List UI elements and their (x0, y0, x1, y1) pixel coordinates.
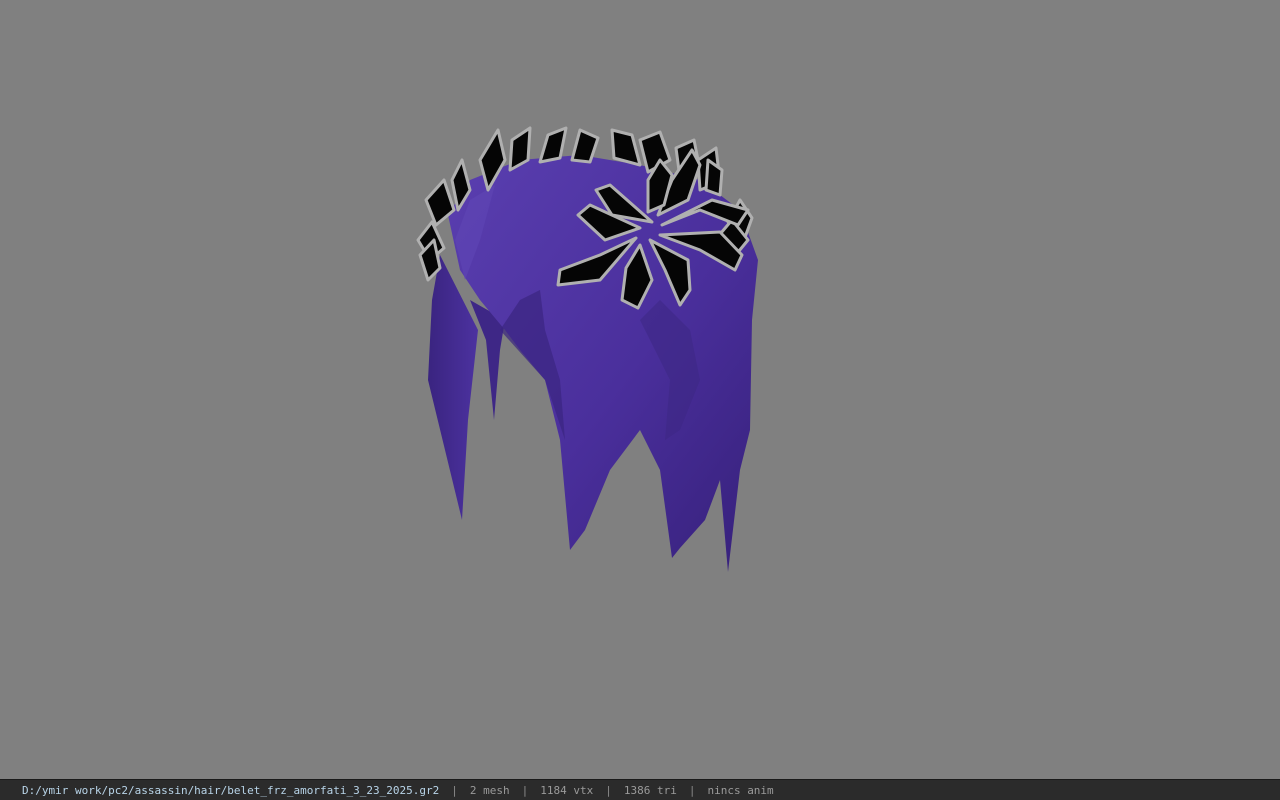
status-separator: | (605, 783, 612, 797)
vertex-count-label: 1184 vtx (540, 783, 594, 797)
3d-viewport[interactable] (0, 0, 1280, 779)
model-render (416, 126, 758, 572)
status-separator: | (521, 783, 529, 797)
status-separator: | (451, 783, 458, 797)
triangle-count-label: 1386 tri (623, 783, 677, 797)
file-path-label: D:/ymir work/pc2/assassin/hair/belet_frz… (22, 783, 440, 797)
mesh-count-label: 2 mesh (469, 783, 510, 797)
status-bar: D:/ymir work/pc2/assassin/hair/belet_frz… (0, 779, 1280, 800)
animation-status-label: nincs anim (707, 783, 774, 797)
status-separator: | (688, 783, 696, 797)
